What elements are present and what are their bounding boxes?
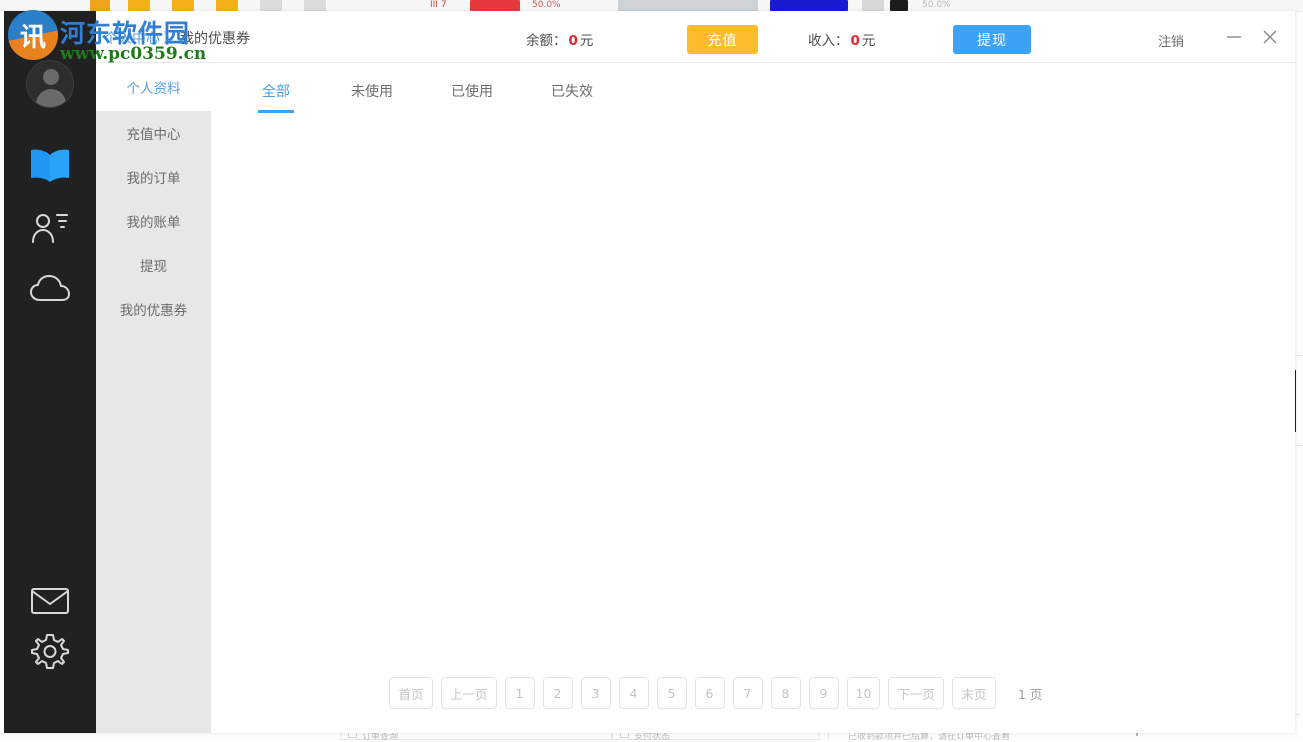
background-thumb xyxy=(862,0,884,11)
sidebar-item-profile[interactable]: 个人资料 xyxy=(96,77,211,97)
income-display: 收入：0元 xyxy=(808,29,875,49)
mail-icon[interactable] xyxy=(4,580,96,622)
minimize-icon xyxy=(1225,28,1243,46)
close-icon xyxy=(1261,28,1279,46)
pagination-page-2[interactable]: 2 xyxy=(543,677,573,709)
sidebar-item-withdraw[interactable]: 提现 xyxy=(96,243,211,287)
logout-link[interactable]: 注销 xyxy=(1158,31,1184,50)
income-amount: 0 xyxy=(851,33,860,49)
sidebar-header: 个人资料 xyxy=(96,63,211,111)
withdraw-button[interactable]: 提现 xyxy=(953,25,1031,54)
top-bar: 个人中心〉我的优惠券 余额：0元 充值 收入：0元 提现 注销 xyxy=(96,11,1295,63)
pagination: 首页 上一页 1 2 3 4 5 6 7 8 9 10 下一页 末页 1 页 xyxy=(211,677,1295,709)
contacts-icon[interactable] xyxy=(4,207,96,251)
sidebar-item-my-coupons[interactable]: 我的优惠券 xyxy=(96,287,211,331)
tab-all[interactable]: 全部 xyxy=(262,81,290,101)
pagination-page-4[interactable]: 4 xyxy=(619,677,649,709)
balance-label: 余额： xyxy=(526,33,567,49)
book-icon xyxy=(29,148,71,184)
user-avatar[interactable] xyxy=(4,60,96,108)
balance-unit: 元 xyxy=(580,33,594,49)
sidebar-nav: 充值中心 我的订单 我的账单 提现 我的优惠券 xyxy=(96,111,211,733)
balance-amount: 0 xyxy=(569,33,578,49)
minimize-button[interactable] xyxy=(1220,23,1248,51)
background-thumb xyxy=(618,0,758,11)
sidebar-item-my-orders[interactable]: 我的订单 xyxy=(96,155,211,199)
pagination-page-6[interactable]: 6 xyxy=(695,677,725,709)
icon-rail xyxy=(4,11,96,733)
background-thumb xyxy=(172,0,194,11)
mail-icon xyxy=(30,586,70,616)
pagination-page-7[interactable]: 7 xyxy=(733,677,763,709)
background-label: 50.0% xyxy=(532,0,561,10)
close-button[interactable] xyxy=(1256,23,1284,51)
coupon-list-empty xyxy=(211,118,1295,653)
pagination-first-button[interactable]: 首页 xyxy=(389,677,433,709)
pagination-page-1[interactable]: 1 xyxy=(505,677,535,709)
background-thumb xyxy=(260,0,282,11)
application-window: 个人中心〉我的优惠券 余额：0元 充值 收入：0元 提现 注销 个人资料 充值中… xyxy=(0,11,1295,733)
breadcrumb-current: 我的优惠券 xyxy=(180,31,250,47)
settings-icon[interactable] xyxy=(4,630,96,672)
recharge-button[interactable]: 充值 xyxy=(687,25,758,54)
background-divider xyxy=(1295,370,1296,432)
breadcrumb: 个人中心〉我的优惠券 xyxy=(104,28,250,48)
breadcrumb-separator-icon: 〉 xyxy=(163,31,177,47)
background-thumb xyxy=(216,0,238,11)
tab-used[interactable]: 已使用 xyxy=(451,81,493,101)
tab-expired[interactable]: 已失效 xyxy=(551,81,593,101)
pagination-page-10[interactable]: 10 xyxy=(847,677,881,709)
tab-unused[interactable]: 未使用 xyxy=(351,81,393,101)
user-list-icon xyxy=(30,209,70,249)
pagination-page-9[interactable]: 9 xyxy=(809,677,839,709)
cloud-icon[interactable] xyxy=(4,269,96,311)
pagination-total-label: 1 页 xyxy=(1018,684,1042,703)
breadcrumb-parent[interactable]: 个人中心 xyxy=(104,31,160,47)
background-thumb xyxy=(770,0,848,11)
pagination-page-5[interactable]: 5 xyxy=(657,677,687,709)
coupon-tab-bar: 全部 未使用 已使用 已失效 xyxy=(211,63,1295,118)
income-unit: 元 xyxy=(862,33,876,49)
pagination-next-button[interactable]: 下一页 xyxy=(888,677,944,709)
gear-icon xyxy=(31,632,69,670)
pagination-page-8[interactable]: 8 xyxy=(771,677,801,709)
background-thumb xyxy=(890,0,908,11)
background-thumb xyxy=(304,0,326,11)
sidebar-item-my-bills[interactable]: 我的账单 xyxy=(96,199,211,243)
income-label: 收入： xyxy=(808,33,849,49)
avatar-icon xyxy=(26,60,74,108)
background-label: 50.0% xyxy=(922,0,951,10)
background-thumb xyxy=(128,0,150,11)
pagination-page-3[interactable]: 3 xyxy=(581,677,611,709)
pagination-last-button[interactable]: 末页 xyxy=(952,677,996,709)
pagination-prev-button[interactable]: 上一页 xyxy=(441,677,497,709)
library-icon[interactable] xyxy=(4,145,96,187)
sidebar-item-recharge-center[interactable]: 充值中心 xyxy=(96,111,211,155)
balance-display: 余额：0元 xyxy=(526,29,593,49)
content-area: 全部 未使用 已使用 已失效 首页 上一页 1 2 3 4 5 6 7 8 9 … xyxy=(211,63,1295,733)
background-thumb xyxy=(90,0,110,11)
cloud-icon xyxy=(29,275,71,305)
background-label: III 7 xyxy=(430,0,447,10)
background-thumb xyxy=(470,0,520,11)
